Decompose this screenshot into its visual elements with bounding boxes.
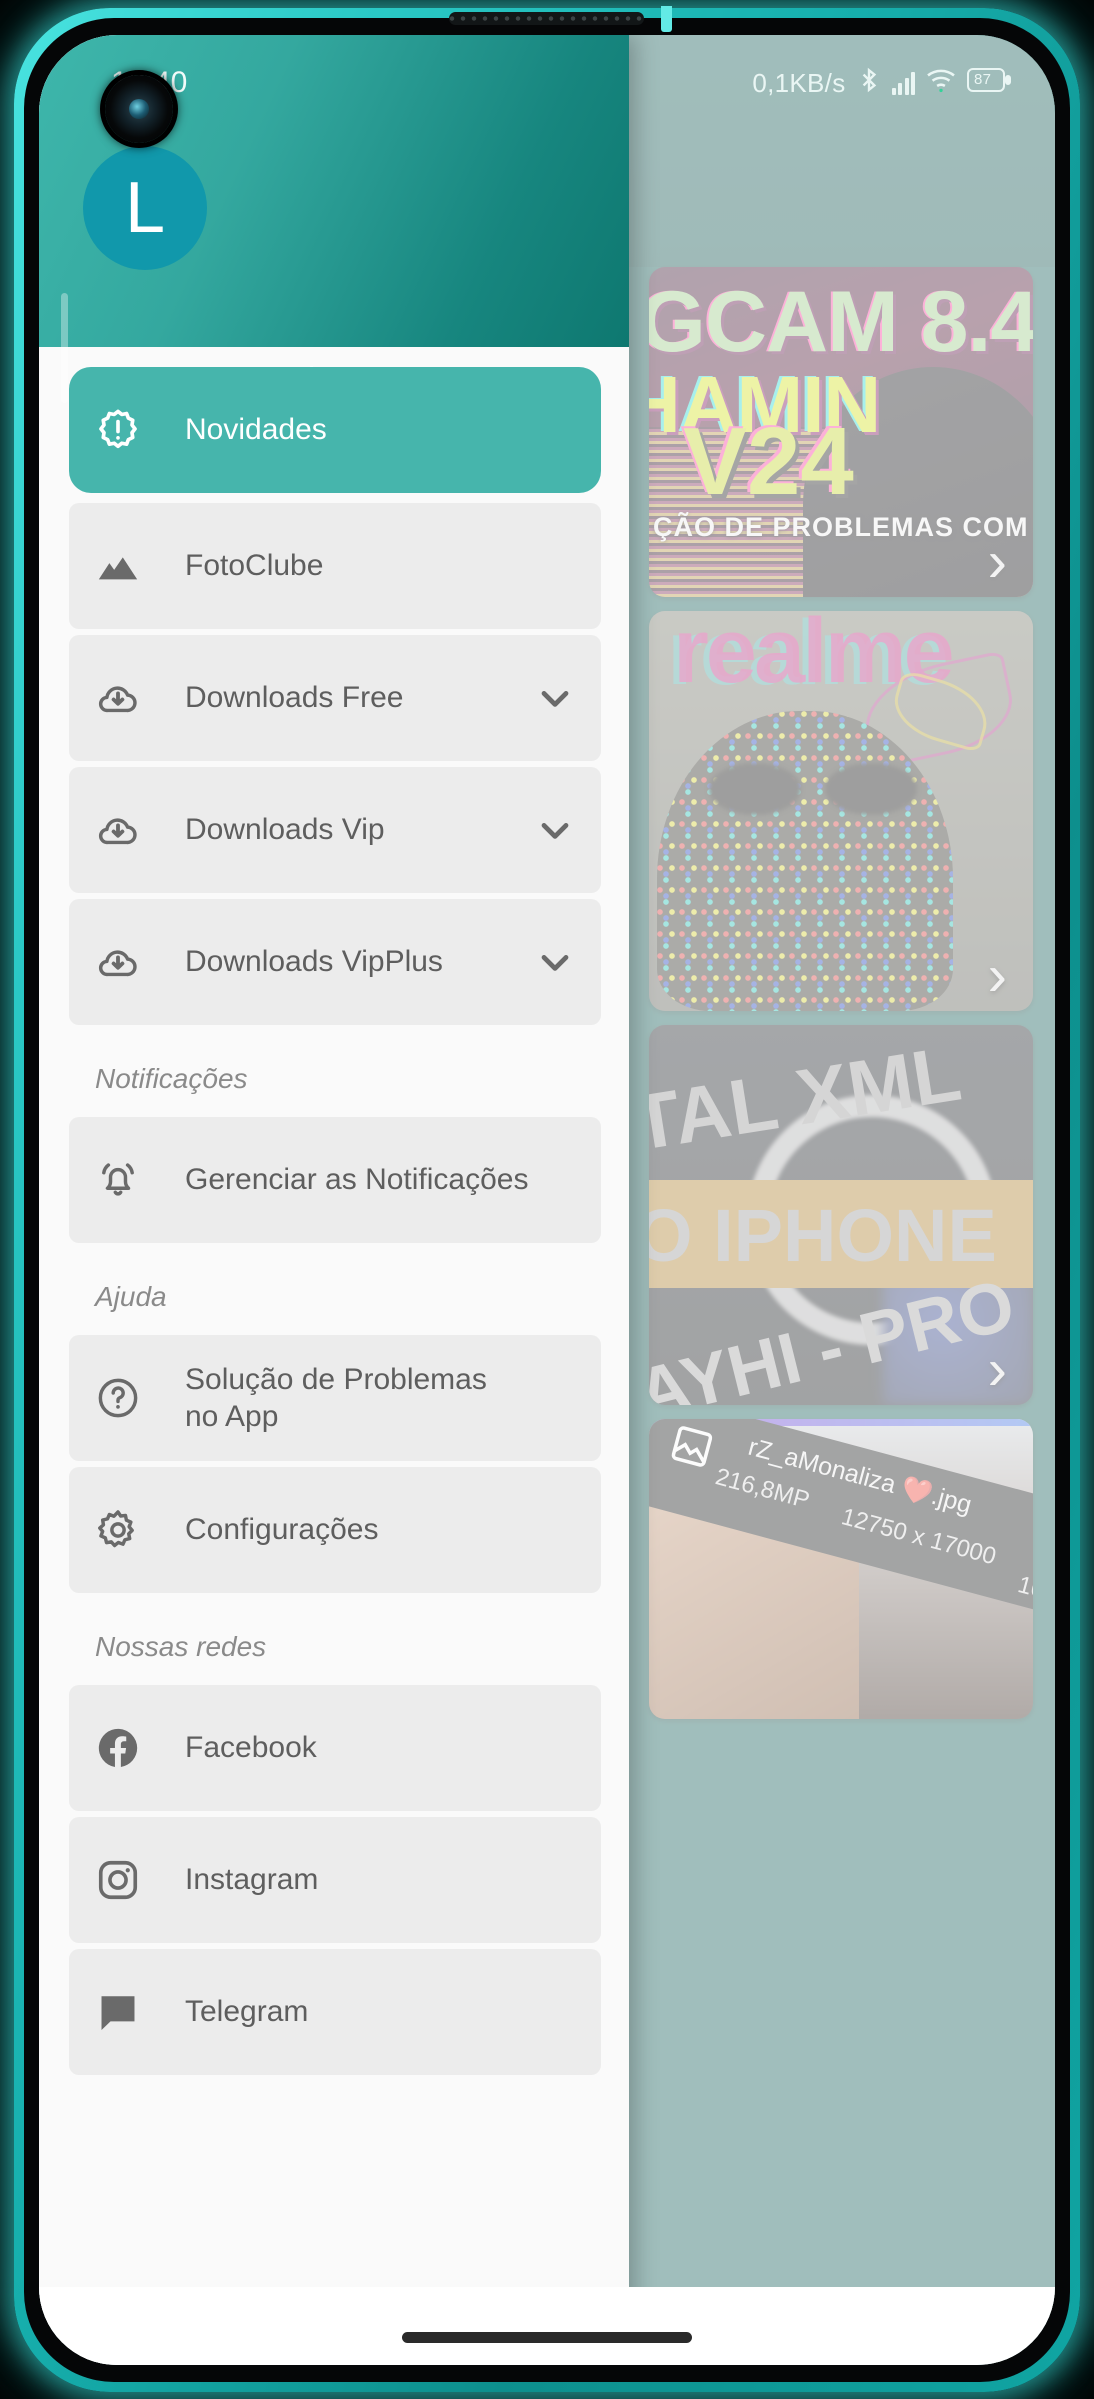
battery-icon: 87 bbox=[967, 67, 1011, 100]
sidebar-item-downloads-free[interactable]: Downloads Free bbox=[69, 635, 601, 761]
sidebar-item-telegram[interactable]: Telegram bbox=[69, 1949, 601, 2075]
sidebar-item-solucao-de-problemas[interactable]: Solução de Problemas no App bbox=[69, 1335, 601, 1461]
badge-alert-icon bbox=[95, 407, 161, 453]
sidebar-item-label: Downloads VipPlus bbox=[185, 945, 443, 979]
antenna-notch bbox=[661, 6, 672, 32]
sidebar-item-facebook[interactable]: Facebook bbox=[69, 1685, 601, 1811]
sidebar-item-label: Novidades bbox=[185, 413, 327, 447]
section-title-nossas-redes: Nossas redes bbox=[95, 1631, 267, 1662]
gesture-home-indicator[interactable] bbox=[402, 2332, 692, 2343]
help-circle-icon bbox=[95, 1375, 161, 1421]
sidebar-item-label: FotoClube bbox=[185, 549, 324, 583]
gear-icon bbox=[95, 1507, 161, 1553]
bluetooth-icon bbox=[856, 65, 882, 102]
bell-active-icon bbox=[95, 1157, 161, 1203]
sidebar-item-label: Gerenciar as Notificações bbox=[185, 1163, 529, 1197]
section-title-ajuda: Ajuda bbox=[95, 1281, 167, 1312]
avatar[interactable]: L bbox=[83, 146, 207, 270]
facebook-icon bbox=[95, 1725, 161, 1771]
status-bar: 16:40 0,1KB/s 87 bbox=[39, 35, 1055, 131]
earpiece-speaker bbox=[449, 12, 644, 25]
sidebar-item-label: Telegram bbox=[185, 1995, 309, 2029]
sidebar-item-instagram[interactable]: Instagram bbox=[69, 1817, 601, 1943]
front-camera-punch-hole bbox=[105, 75, 173, 143]
sidebar-item-label: Facebook bbox=[185, 1731, 317, 1765]
battery-percent-text: 87 bbox=[974, 70, 992, 88]
sidebar-item-label: Downloads Free bbox=[185, 681, 404, 715]
cloud-download-icon bbox=[95, 675, 161, 721]
navigation-drawer: L Lucas Vasconcelos Usuário Pro Administ… bbox=[39, 35, 629, 2365]
cloud-download-icon bbox=[95, 939, 161, 985]
signal-bars-icon bbox=[891, 71, 915, 95]
sidebar-item-downloads-vip[interactable]: Downloads Vip bbox=[69, 767, 601, 893]
sidebar-item-fotoclube[interactable]: FotoClube bbox=[69, 503, 601, 629]
sidebar-item-label: Configurações bbox=[185, 1513, 379, 1547]
sidebar-item-label: Solução de Problemas no App bbox=[185, 1362, 487, 1434]
instagram-icon bbox=[95, 1857, 161, 1903]
network-speed-text: 0,1KB/s bbox=[752, 67, 846, 98]
chevron-down-icon[interactable] bbox=[533, 676, 577, 720]
section-title-notificacoes: Notificações bbox=[95, 1063, 248, 1094]
sidebar-item-label: Instagram bbox=[185, 1863, 319, 1897]
sidebar-item-downloads-vipplus[interactable]: Downloads VipPlus bbox=[69, 899, 601, 1025]
bottom-nav-area bbox=[39, 2287, 1055, 2365]
mountains-icon bbox=[95, 543, 161, 589]
chevron-down-icon[interactable] bbox=[533, 808, 577, 852]
status-bar-right: 0,1KB/s 87 bbox=[752, 65, 1055, 102]
wifi-icon bbox=[925, 67, 957, 100]
sidebar-item-configuracoes[interactable]: Configurações bbox=[69, 1467, 601, 1593]
cloud-download-icon bbox=[95, 807, 161, 853]
sidebar-item-gerenciar-notificacoes[interactable]: Gerenciar as Notificações bbox=[69, 1117, 601, 1243]
chevron-down-icon[interactable] bbox=[533, 940, 577, 984]
drawer-menu-list: Novidades FotoClube Downloads Free Downl… bbox=[39, 347, 629, 2365]
telegram-icon bbox=[95, 1989, 161, 2035]
sidebar-item-label: Downloads Vip bbox=[185, 813, 385, 847]
phone-screen: GCAM 8.4 HAMIN V24 ÇÃO DE PROBLEMAS COM … bbox=[39, 35, 1055, 2365]
sidebar-item-novidades[interactable]: Novidades bbox=[69, 367, 601, 493]
